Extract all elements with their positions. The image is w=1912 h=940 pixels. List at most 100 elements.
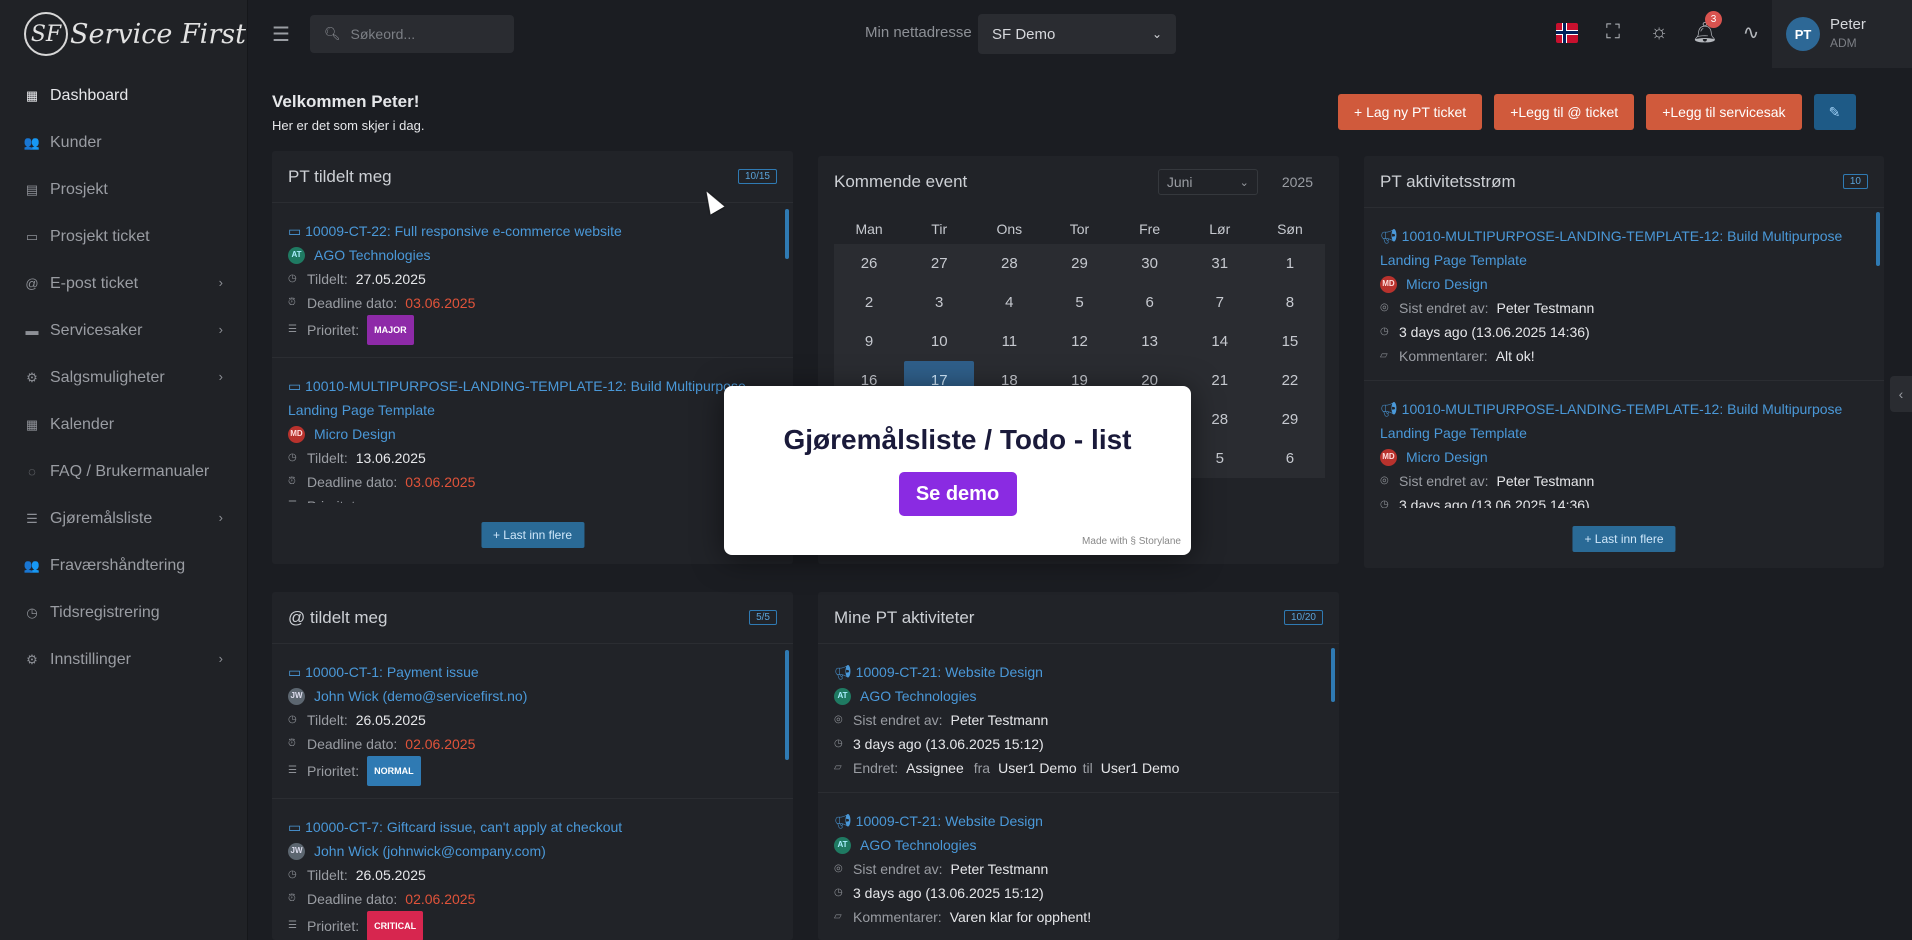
my-pt-activities-list[interactable]: 📢︎ 10009-CT-21: Website Design AT AGO Tec… — [818, 644, 1339, 940]
sidebar-item-gjøremålsliste[interactable]: ☰ Gjøremålsliste › — [0, 495, 247, 542]
search-input[interactable] — [350, 26, 501, 42]
calendar-day[interactable]: 6 — [1255, 439, 1325, 478]
scrollbar[interactable] — [785, 209, 789, 259]
theme-toggle-icon[interactable]: ☼ — [1636, 21, 1682, 44]
company-link[interactable]: JW John Wick (johnwick@company.com) — [288, 839, 777, 863]
ticket-link[interactable]: 📢︎ 10009-CT-21: Website Design — [834, 809, 1323, 833]
calendar-day[interactable]: 7 — [1185, 283, 1255, 322]
company-link[interactable]: MD Micro Design — [1380, 272, 1868, 296]
calendar-day[interactable]: 28 — [1185, 400, 1255, 439]
sidebar-item-label: Innstillinger — [50, 650, 131, 668]
list-item[interactable]: 📢︎ 10009-CT-21: Website Design AT AGO Tec… — [818, 644, 1339, 793]
sidebar-item-kalender[interactable]: ▦ Kalender — [0, 401, 247, 448]
list-item[interactable]: ▭ 10000-CT-1: Payment issue JW John Wick … — [272, 644, 793, 799]
company-link[interactable]: JW John Wick (demo@servicefirst.no) — [288, 684, 777, 708]
company-link[interactable]: AT AGO Technologies — [288, 243, 777, 267]
ticket-link[interactable]: 📢︎ 10009-CT-21: Website Design — [834, 660, 1323, 684]
user-icon: ◎ — [1380, 302, 1389, 313]
customize-icon[interactable]: ✎ — [1813, 94, 1856, 130]
add-service-case-button[interactable]: +Legg til servicesak — [1646, 94, 1802, 130]
sidebar-item-kunder[interactable]: 👥 Kunder — [0, 119, 247, 166]
list-item[interactable]: 📢︎ 10010-MULTIPURPOSE-LANDING-TEMPLATE-1… — [1364, 381, 1884, 508]
calendar-day[interactable]: 5 — [1185, 439, 1255, 478]
calendar-day[interactable]: 26 — [834, 244, 904, 283]
calendar-day[interactable]: 5 — [1044, 283, 1114, 322]
fullscreen-icon[interactable]: ⛶ — [1590, 21, 1636, 44]
calendar-day[interactable]: 28 — [974, 244, 1044, 283]
calendar-day[interactable]: 14 — [1185, 322, 1255, 361]
list-item[interactable]: 📢︎ 10010-MULTIPURPOSE-LANDING-TEMPLATE-1… — [1364, 208, 1884, 381]
calendar-day[interactable]: 8 — [1255, 283, 1325, 322]
sidebar-item-prosjekt-ticket[interactable]: ▭ Prosjekt ticket — [0, 213, 247, 260]
list-item[interactable]: ▭ 10010-MULTIPURPOSE-LANDING-TEMPLATE-12… — [272, 358, 793, 503]
new-pt-ticket-button[interactable]: + Lag ny PT ticket — [1338, 94, 1483, 130]
list-item[interactable]: 📢︎ 10009-CT-21: Website Design AT AGO Tec… — [818, 793, 1339, 940]
calendar-day[interactable]: 12 — [1044, 322, 1114, 361]
list-item[interactable]: ▭ 10000-CT-7: Giftcard issue, can't appl… — [272, 799, 793, 940]
calendar-day[interactable]: 10 — [904, 322, 974, 361]
sidebar-item-salgsmuligheter[interactable]: ⚙ Salgsmuligheter › — [0, 354, 247, 401]
sidebar-item-faq-brukermanualer[interactable]: ◌ FAQ / Brukermanualer — [0, 448, 247, 495]
scrollbar[interactable] — [1876, 212, 1880, 266]
calendar-day[interactable]: 2 — [834, 283, 904, 322]
search-box[interactable]: 🔍︎ — [310, 15, 514, 53]
calendar-day[interactable]: 6 — [1115, 283, 1185, 322]
calendar-day[interactable]: 21 — [1185, 361, 1255, 400]
scrollbar[interactable] — [785, 650, 789, 760]
faq-icon: ◌ — [28, 464, 36, 479]
company-link[interactable]: MD Micro Design — [1380, 445, 1868, 469]
ticket-link[interactable]: ▭ 10010-MULTIPURPOSE-LANDING-TEMPLATE-12… — [288, 374, 777, 422]
company-link[interactable]: AT AGO Technologies — [834, 684, 1323, 708]
ticket-link[interactable]: ▭ 10000-CT-1: Payment issue — [288, 660, 777, 684]
note-row: ▱ Endret: Assignee fra User1 Demo til User1 De… — [834, 756, 1323, 780]
address-select[interactable]: SF Demo ⌄ — [978, 14, 1176, 54]
activity-icon[interactable]: ∿ — [1728, 20, 1774, 45]
calendar-day[interactable]: 29 — [1255, 400, 1325, 439]
sidebar-item-tidsregistrering[interactable]: ◷ Tidsregistrering — [0, 589, 247, 636]
sidebar-item-innstillinger[interactable]: ⚙ Innstillinger › — [0, 636, 247, 683]
calendar-day[interactable]: 15 — [1255, 322, 1325, 361]
calendar-day[interactable]: 27 — [904, 244, 974, 283]
calendar-day[interactable]: 4 — [974, 283, 1044, 322]
calendar-day[interactable]: 9 — [834, 322, 904, 361]
bell-icon[interactable]: 🔔︎ 3 — [1682, 11, 1728, 45]
ticket-link[interactable]: ▭ 10000-CT-7: Giftcard issue, can't appl… — [288, 815, 777, 839]
chevron-right-icon: › — [218, 369, 223, 384]
calendar-day[interactable]: 31 — [1185, 244, 1255, 283]
collapse-panel-icon[interactable]: ‹ — [1890, 376, 1912, 412]
company-link[interactable]: AT AGO Technologies — [834, 833, 1323, 857]
load-more-button[interactable]: + Last inn flere — [480, 522, 585, 548]
ticket-link[interactable]: 📢︎ 10010-MULTIPURPOSE-LANDING-TEMPLATE-1… — [1380, 224, 1868, 272]
month-select[interactable]: Juni ⌄ — [1157, 169, 1258, 195]
see-demo-button[interactable]: Se demo — [898, 472, 1017, 516]
sidebar-item-label: Kunder — [50, 133, 102, 151]
load-more-button[interactable]: + Last inn flere — [1572, 526, 1676, 552]
pt-assigned-list[interactable]: ▭ 10009-CT-22: Full responsive e-commerc… — [272, 203, 793, 503]
logo-text: Service First — [70, 18, 246, 50]
calendar-day[interactable]: 3 — [904, 283, 974, 322]
menu-toggle-icon[interactable]: ☰ — [272, 22, 296, 47]
calendar-day[interactable]: 13 — [1115, 322, 1185, 361]
ticket-link[interactable]: 📢︎ 10010-MULTIPURPOSE-LANDING-TEMPLATE-1… — [1380, 397, 1868, 445]
sidebar-item-prosjekt[interactable]: ▤ Prosjekt — [0, 166, 247, 213]
add-at-ticket-button[interactable]: +Legg til @ ticket — [1494, 94, 1635, 130]
sidebar-item-servicesaker[interactable]: ▬ Servicesaker › — [0, 307, 247, 354]
calendar-day[interactable]: 22 — [1255, 361, 1325, 400]
company-link[interactable]: MD Micro Design — [288, 422, 777, 446]
language-flag-icon[interactable] — [1544, 22, 1590, 43]
logo[interactable]: SF Service First — [0, 0, 247, 68]
sidebar-item-dashboard[interactable]: ▦ Dashboard — [0, 72, 247, 119]
activity-stream-list[interactable]: 📢︎ 10010-MULTIPURPOSE-LANDING-TEMPLATE-1… — [1364, 208, 1884, 508]
list-item[interactable]: ▭ 10009-CT-22: Full responsive e-commerc… — [272, 203, 793, 358]
scrollbar[interactable] — [1331, 648, 1335, 702]
user-menu[interactable]: PT Peter ADM — [1772, 0, 1912, 68]
sidebar-item-e-post-ticket[interactable]: @ E-post ticket › — [0, 260, 247, 307]
at-assigned-list[interactable]: ▭ 10000-CT-1: Payment issue JW John Wick … — [272, 644, 793, 940]
sidebar-item-fraværshåndtering[interactable]: 👥 Fraværshåndtering — [0, 542, 247, 589]
calendar-day[interactable]: 1 — [1255, 244, 1325, 283]
calendar-day[interactable]: 30 — [1115, 244, 1185, 283]
calendar-day[interactable]: 11 — [974, 322, 1044, 361]
comment-icon: ▱ — [834, 911, 842, 922]
ticket-link[interactable]: ▭ 10009-CT-22: Full responsive e-commerc… — [288, 219, 777, 243]
calendar-day[interactable]: 29 — [1044, 244, 1114, 283]
